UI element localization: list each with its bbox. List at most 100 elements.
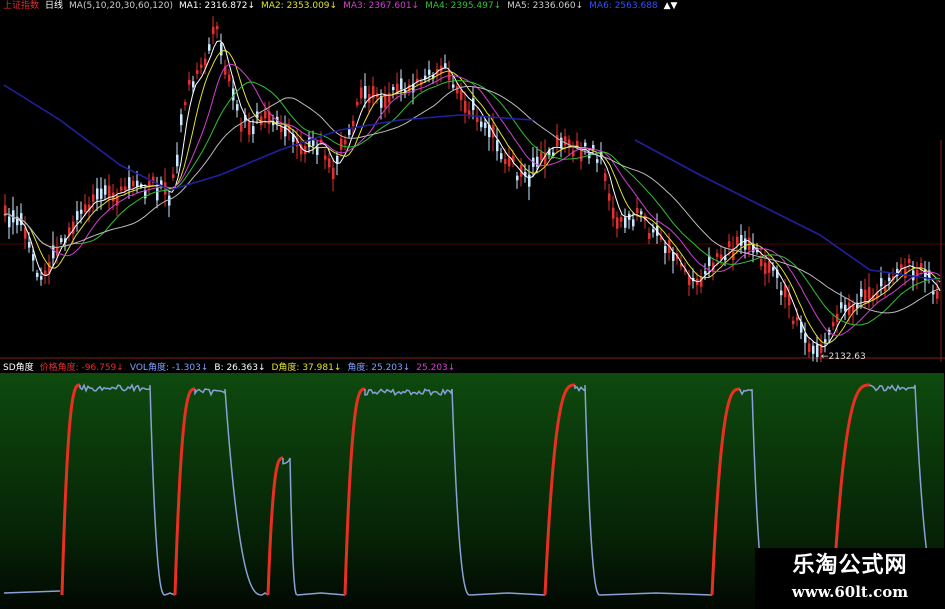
price-legend-item: MA(5,10,20,30,60,120)	[69, 1, 173, 11]
candle-body	[564, 136, 567, 146]
candle-body	[540, 152, 543, 161]
period-low-label: ←2132.63	[821, 352, 866, 362]
candle-body	[428, 69, 431, 75]
price-angle-line	[60, 383, 80, 596]
indicator-baseline	[164, 592, 176, 596]
candle-body	[880, 278, 883, 287]
indicator-baseline	[296, 592, 346, 596]
candle-body	[328, 158, 331, 168]
indicator-baseline	[469, 592, 546, 596]
price-legend-item: MA1: 2316.872↓	[179, 1, 256, 11]
candle-body	[344, 139, 347, 145]
watermark-url: www.60lt.com	[791, 583, 909, 601]
candle-body	[764, 262, 767, 274]
candle-body	[332, 167, 335, 180]
price-legend-item: MA5: 2336.060↓	[507, 1, 584, 11]
candle-body	[500, 153, 503, 160]
candle-body	[464, 100, 467, 113]
candle-body	[340, 138, 343, 150]
candle-body	[208, 44, 211, 51]
price-angle-line	[266, 456, 283, 596]
candle-body	[100, 188, 103, 199]
candle-body	[136, 180, 139, 187]
candle-body	[172, 174, 175, 178]
candle-body	[744, 238, 747, 250]
candle-body	[640, 211, 643, 215]
candle-body	[768, 260, 771, 273]
candle-body	[132, 180, 135, 187]
candle-body	[192, 81, 195, 88]
candle-body	[580, 149, 583, 162]
candle-body	[156, 187, 159, 201]
candle-body	[624, 217, 627, 228]
candle-body	[704, 271, 707, 275]
price-angle-line	[173, 387, 195, 596]
candle-body	[508, 156, 511, 167]
indicator-baseline	[599, 592, 713, 596]
candle-body	[868, 287, 871, 300]
candle-body	[480, 121, 483, 128]
volume-angle-line	[79, 383, 166, 596]
candle-body	[560, 137, 563, 148]
candle-body	[356, 102, 359, 106]
candle-body	[728, 241, 731, 248]
candle-body	[36, 272, 39, 277]
candle-body	[228, 74, 231, 82]
candle-body	[212, 26, 215, 35]
candle-body	[716, 253, 719, 257]
watermark-title: 乐淘公式网	[792, 552, 908, 578]
ma5-line	[3, 85, 941, 314]
candle-body	[220, 43, 223, 56]
candle-body	[352, 120, 355, 127]
candle-body	[400, 78, 403, 90]
candle-body	[384, 95, 387, 108]
candle-body	[216, 26, 219, 30]
candle-body	[108, 185, 111, 199]
candle-body	[180, 114, 183, 126]
candle-body	[612, 207, 615, 219]
candle-body	[832, 322, 835, 327]
candle-body	[888, 277, 891, 281]
candle-body	[40, 276, 43, 280]
price-legend-item: 日线	[45, 1, 64, 11]
volume-angle-line	[574, 384, 601, 596]
candle-body	[96, 188, 99, 200]
candle-body	[620, 217, 623, 222]
candle-body	[608, 193, 611, 201]
candle-body	[348, 129, 351, 136]
candle-body	[484, 122, 487, 128]
candle-body	[740, 234, 743, 246]
candle-body	[200, 64, 203, 68]
volume-angle-line	[282, 457, 298, 596]
candle-body	[392, 86, 395, 91]
candle-body	[632, 219, 635, 227]
candle-body	[360, 87, 363, 99]
candle-body	[240, 123, 243, 132]
candle-body	[760, 258, 763, 267]
candle-body	[336, 155, 339, 164]
volume-angle-line	[364, 388, 471, 596]
volume-angle-line	[194, 388, 262, 596]
candle-body	[204, 58, 207, 66]
candle-body	[528, 174, 531, 187]
candle-body	[908, 258, 911, 264]
candle-body	[736, 236, 739, 245]
candle-body	[8, 216, 11, 228]
candle-body	[252, 126, 255, 135]
candle-body	[456, 86, 459, 94]
candle-body	[796, 317, 799, 321]
candle-body	[860, 288, 863, 297]
scroll-arrows-icon[interactable]: ▲▼	[664, 0, 678, 12]
candle-body	[444, 63, 447, 68]
candle-body	[388, 93, 391, 103]
candle-body	[76, 211, 79, 220]
candle-body	[188, 79, 191, 85]
candle-body	[496, 140, 499, 152]
candle-body	[616, 217, 619, 229]
price-chart-panel[interactable]	[0, 0, 945, 362]
stock-chart-window: 上证指数 日线 MA(5,10,20,30,60,120) MA1: 2316.872…	[0, 0, 945, 609]
candle-body	[700, 276, 703, 287]
candle-body	[476, 117, 479, 122]
indicator-baseline	[3, 590, 61, 594]
candle-body	[812, 345, 815, 354]
